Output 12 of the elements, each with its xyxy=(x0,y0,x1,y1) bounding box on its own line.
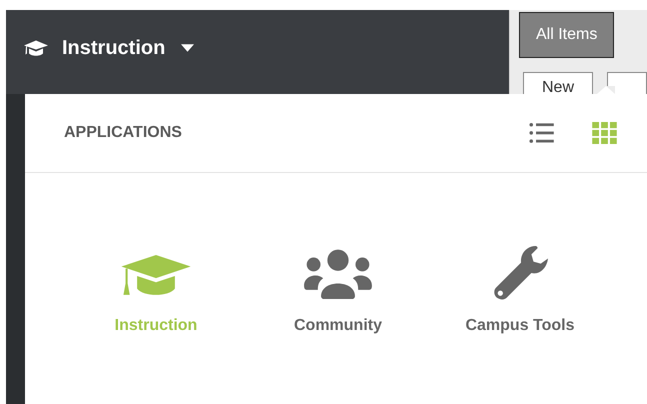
app-tile[interactable]: Campus Tools xyxy=(440,249,600,335)
grid-view-icon[interactable] xyxy=(592,122,617,144)
graduation-cap-icon xyxy=(24,40,48,56)
list-view-icon[interactable] xyxy=(529,122,554,144)
graduation-cap-icon xyxy=(121,255,191,297)
workspace-dropdown[interactable]: Instruction xyxy=(62,36,166,60)
app-tile[interactable]: Community xyxy=(258,249,418,335)
caret-icon xyxy=(181,44,194,52)
wrench-icon xyxy=(492,245,548,301)
people-icon xyxy=(303,249,373,299)
view-tab[interactable]: All Items xyxy=(519,12,614,58)
menu-heading: APPLICATIONS xyxy=(64,124,183,142)
